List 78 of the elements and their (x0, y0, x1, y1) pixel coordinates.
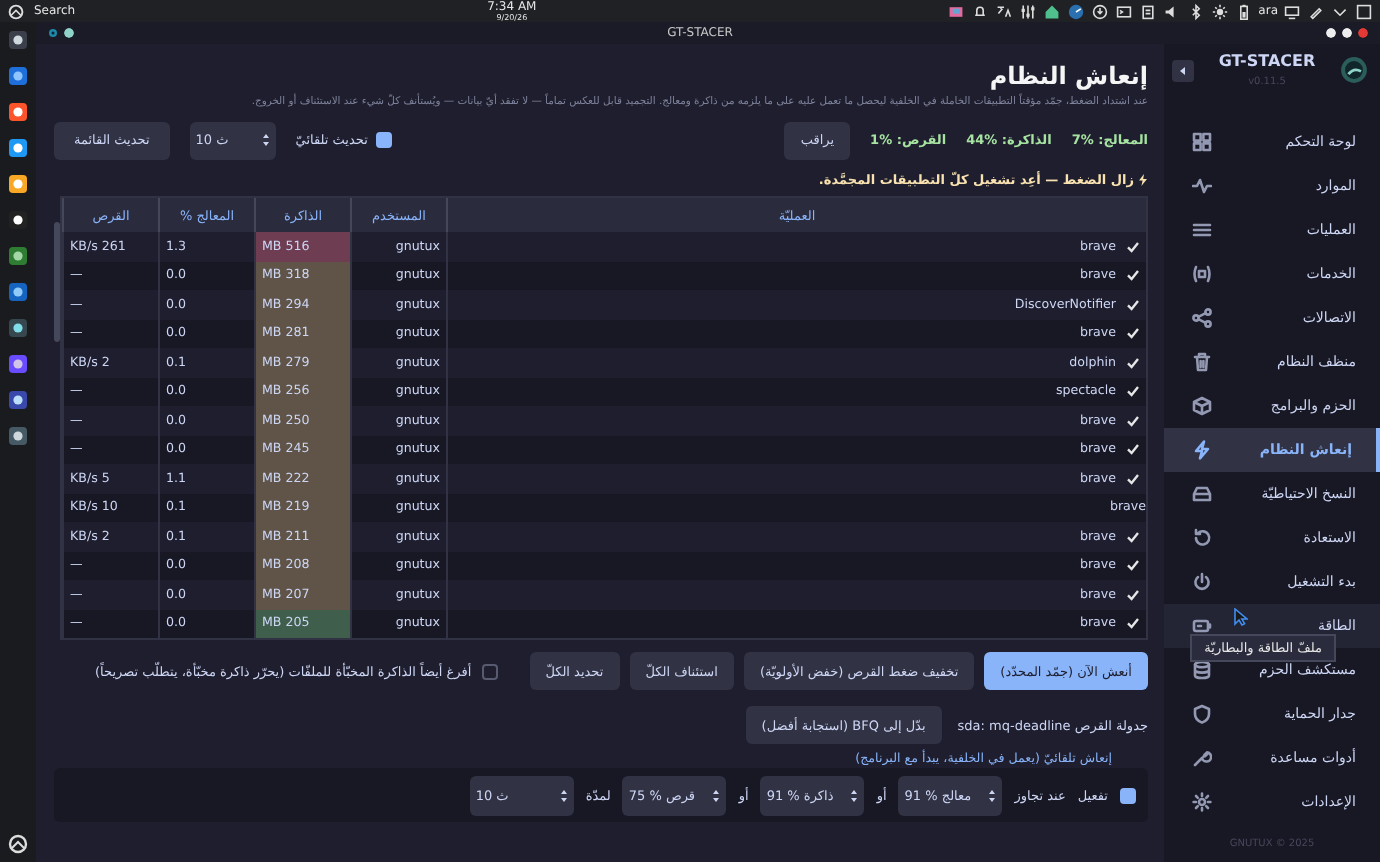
terminal-icon[interactable] (1116, 3, 1133, 19)
app-icon[interactable] (8, 246, 28, 266)
check-icon[interactable] (1126, 529, 1140, 544)
display-icon[interactable] (1284, 3, 1300, 19)
check-icon[interactable] (1126, 268, 1140, 283)
chevron-down-icon[interactable] (1332, 3, 1348, 19)
bell-icon[interactable] (972, 3, 989, 19)
app-icon[interactable] (8, 318, 28, 338)
checkbox[interactable] (481, 663, 498, 679)
pen-icon[interactable] (1308, 3, 1324, 19)
settings-icon (1192, 792, 1212, 812)
spinner-icon[interactable] (261, 132, 270, 148)
brightness-icon[interactable] (1212, 3, 1229, 19)
share-icon (1192, 308, 1212, 328)
launcher-icon[interactable] (8, 3, 24, 19)
app-icon[interactable] (8, 138, 28, 158)
minimize-icon[interactable] (1326, 28, 1336, 38)
spinner-icon[interactable] (988, 787, 997, 803)
app-icon[interactable] (8, 174, 28, 194)
cube-icon (1192, 396, 1212, 416)
checkbox[interactable] (375, 132, 392, 148)
grid-icon (1192, 132, 1212, 152)
app-icon[interactable] (8, 30, 28, 50)
pulse-icon (1192, 176, 1212, 196)
translate-icon[interactable] (996, 3, 1013, 19)
clipboard-icon[interactable] (1140, 3, 1157, 19)
app-icon[interactable] (8, 282, 28, 302)
app-icon[interactable] (8, 66, 28, 86)
bolt-icon (1192, 440, 1212, 460)
check-icon[interactable] (1126, 442, 1140, 457)
update-icon[interactable] (1092, 3, 1109, 19)
cursor-icon (1234, 608, 1248, 626)
check-icon[interactable] (1126, 616, 1140, 631)
spinner-icon[interactable] (712, 787, 721, 803)
checkbox[interactable] (1120, 787, 1136, 803)
shield-icon (1192, 704, 1212, 724)
app-icon[interactable] (8, 354, 28, 374)
spinner-icon[interactable] (850, 787, 859, 803)
check-icon[interactable] (1126, 384, 1140, 399)
check-icon[interactable] (1126, 239, 1140, 254)
check-icon[interactable] (1126, 297, 1140, 312)
gauge-icon[interactable] (1068, 3, 1085, 19)
desktop-icon[interactable] (1356, 3, 1372, 19)
close-icon[interactable] (1358, 28, 1368, 38)
bluetooth-icon[interactable] (1188, 3, 1205, 19)
check-icon[interactable] (1126, 413, 1140, 428)
page-title: إنعاش النظام (987, 62, 1148, 90)
app-logo-icon (1340, 56, 1368, 84)
pin-icon[interactable] (64, 28, 74, 38)
app-name: GT-STACER (1218, 52, 1316, 70)
check-icon[interactable] (1126, 587, 1140, 602)
check-icon[interactable] (1126, 326, 1140, 341)
caret-icon (1178, 66, 1188, 76)
launcher-icon[interactable] (8, 834, 28, 854)
battery-icon[interactable] (1236, 3, 1253, 19)
check-icon[interactable] (1126, 558, 1140, 573)
app-icon[interactable] (8, 426, 28, 446)
spinner-icon[interactable] (559, 787, 568, 803)
app-icon[interactable] (8, 102, 28, 122)
wrench-icon (1192, 748, 1212, 768)
trash-icon (1192, 352, 1212, 372)
collapse-button[interactable] (1172, 60, 1194, 82)
power-icon (1192, 572, 1212, 592)
screen-icon[interactable] (948, 3, 965, 19)
sliders-icon[interactable] (1020, 3, 1037, 19)
service-icon (1192, 264, 1212, 284)
list-icon (1192, 220, 1212, 240)
restore-icon (1192, 528, 1212, 548)
app-menu-icon[interactable] (48, 28, 58, 38)
app-icon[interactable] (8, 210, 28, 230)
check-icon[interactable] (1126, 355, 1140, 370)
app-icon[interactable] (8, 390, 28, 410)
battery-icon (1192, 616, 1212, 636)
bolt-icon (1138, 174, 1148, 186)
check-icon[interactable] (1126, 471, 1140, 486)
drive-icon (1192, 484, 1212, 504)
maximize-icon[interactable] (1342, 28, 1352, 38)
database-icon (1192, 660, 1212, 680)
